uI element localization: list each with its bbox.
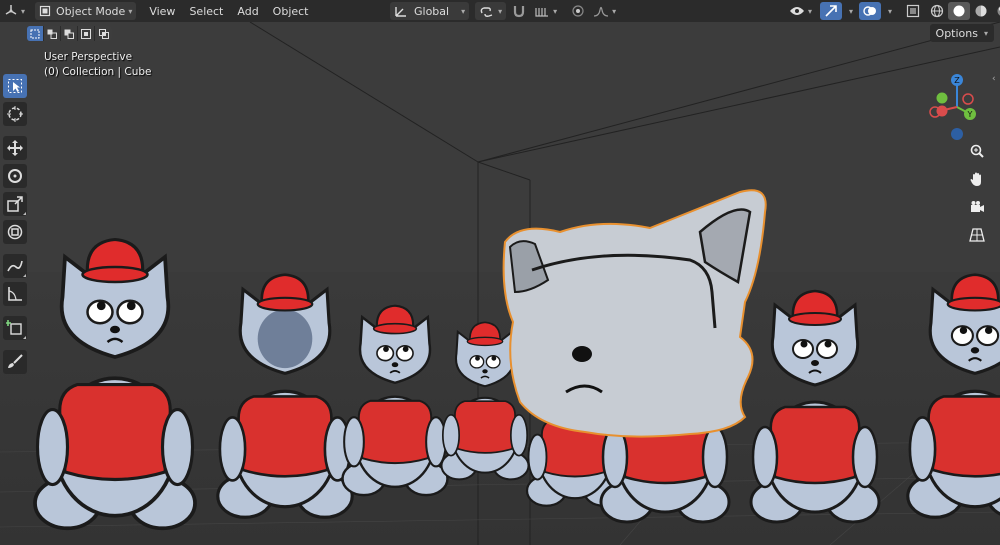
view3d-icon <box>5 5 17 15</box>
falloff-dropdown[interactable]: ▾ <box>589 2 620 20</box>
select-intersect-icon[interactable] <box>95 26 112 41</box>
viewport-subheader: Options ▾ <box>0 22 1000 44</box>
pivot-dropdown[interactable]: ▾ <box>475 2 507 20</box>
pivot-icon <box>480 7 493 17</box>
rendered-icon <box>997 6 1000 16</box>
eye-icon <box>790 7 804 15</box>
hand-pan-icon[interactable] <box>966 168 988 190</box>
move-icon[interactable] <box>3 136 27 160</box>
gizmo-dropdown[interactable]: ▾ <box>842 2 857 20</box>
select-subtract-icon[interactable] <box>61 26 78 41</box>
proportional-edit-icon <box>572 5 584 17</box>
selection-mode-group <box>27 26 112 41</box>
menu-object[interactable]: Object <box>266 2 316 20</box>
select-invert-icon[interactable] <box>78 26 95 41</box>
transform-icon[interactable] <box>3 220 27 244</box>
axis-y-label: Y <box>967 110 973 119</box>
orientation-icon <box>395 7 406 17</box>
measure-icon[interactable] <box>3 282 27 306</box>
tool-shelf <box>0 72 32 378</box>
viewport-scene <box>0 22 1000 545</box>
gizmo-icon <box>825 5 837 17</box>
camera-icon[interactable] <box>966 196 988 218</box>
editor-type-button[interactable]: ▾ <box>0 2 29 20</box>
rotate-icon[interactable] <box>3 164 27 188</box>
paint-brush-icon[interactable] <box>3 350 27 374</box>
gizmo-toggle[interactable] <box>820 2 843 20</box>
select-extend-icon[interactable] <box>44 26 61 41</box>
falloff-curve-icon <box>594 6 609 17</box>
annotate-icon[interactable] <box>3 254 27 278</box>
shading-wireframe[interactable] <box>926 2 948 20</box>
cursor-icon[interactable] <box>3 102 27 126</box>
proportional-edit-toggle[interactable] <box>567 2 589 20</box>
transform-orientation-dropdown[interactable]: Global ▾ <box>390 2 470 20</box>
mode-label: Object Mode <box>56 4 126 18</box>
mode-dropdown[interactable]: Object Mode ▾ <box>35 2 137 20</box>
snap-target-dropdown[interactable]: ▾ <box>530 2 561 20</box>
menu-select[interactable]: Select <box>182 2 230 20</box>
xray-icon <box>906 4 920 18</box>
material-preview-icon <box>975 5 987 17</box>
overlay-icon <box>863 6 877 16</box>
solid-icon <box>953 5 965 17</box>
view-name: User Perspective <box>44 51 133 63</box>
zoom-icon[interactable] <box>966 140 988 162</box>
axis-z-label: Z <box>954 76 960 85</box>
options-dropdown[interactable]: Options ▾ <box>929 24 994 42</box>
object-mode-icon <box>39 5 51 17</box>
select-new-icon[interactable] <box>27 26 44 41</box>
snap-toggle[interactable] <box>508 2 530 20</box>
options-label: Options <box>935 26 978 40</box>
sidebar-toggle-icon[interactable]: ‹ <box>992 74 1000 90</box>
xray-toggle[interactable] <box>902 2 924 20</box>
scale-icon[interactable] <box>3 192 27 216</box>
menu-view[interactable]: View <box>142 2 182 20</box>
context-info: (0) Collection | Cube <box>44 66 152 78</box>
grid-ortho-icon[interactable] <box>966 224 988 246</box>
wireframe-icon <box>930 4 944 18</box>
snap-increment-icon <box>535 8 549 17</box>
3d-viewport[interactable]: User Perspective (0) Collection | Cube Z… <box>0 22 1000 545</box>
select-box-icon[interactable] <box>3 74 27 98</box>
shading-solid[interactable] <box>948 2 971 20</box>
overlay-dropdown[interactable]: ▾ <box>881 2 896 20</box>
viewport-header: ▾ Object Mode ▾ View Select Add Object G… <box>0 0 1000 22</box>
overlay-toggle[interactable] <box>859 2 882 20</box>
visibility-dropdown[interactable]: ▾ <box>785 2 816 20</box>
navigation-gizmo[interactable]: Z Y <box>922 72 992 142</box>
shading-rendered[interactable] <box>992 2 1000 20</box>
menu-add[interactable]: Add <box>230 2 265 20</box>
navigation-tools <box>966 140 990 252</box>
add-cube-icon[interactable] <box>3 316 27 340</box>
shading-material-preview[interactable] <box>970 2 992 20</box>
magnet-icon <box>514 6 525 18</box>
orientation-label: Global <box>414 4 450 18</box>
